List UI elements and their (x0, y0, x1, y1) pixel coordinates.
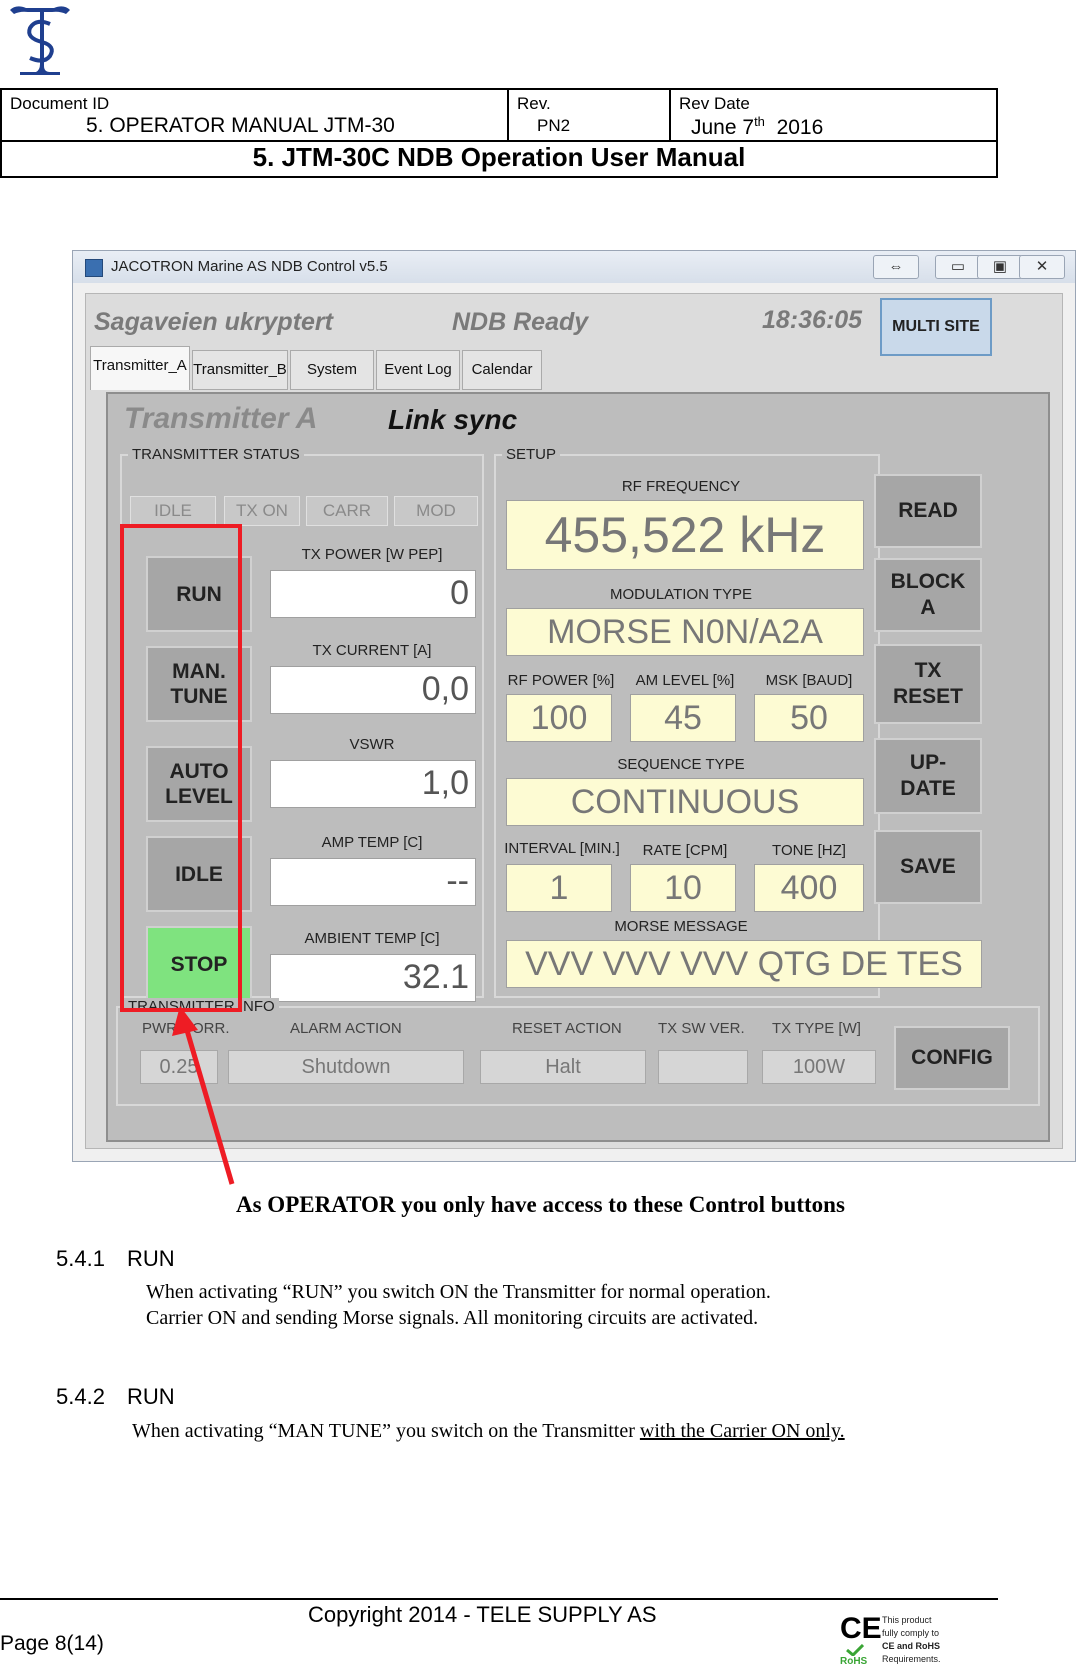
ce-mark: CE (840, 1612, 882, 1645)
minimize-button[interactable]: ▭ (935, 255, 981, 279)
am-level-field: 45 (630, 694, 736, 742)
rf-power-field: 100 (506, 694, 612, 742)
rev-value: PN2 (537, 116, 571, 135)
reset-action-field: Halt (480, 1050, 646, 1084)
tx-sw-ver-label: TX SW VER. (658, 1020, 745, 1037)
interval-field: 1 (506, 864, 612, 912)
restore-size-icon[interactable]: ⇔ (873, 255, 919, 279)
clock: 18:36:05 (762, 306, 863, 334)
rohs-label: RoHS (840, 1656, 868, 1667)
morse-message-field: VVV VVV VVV QTG DE TES (506, 940, 982, 988)
tx-current-label: TX CURRENT [A] (312, 642, 432, 659)
amp-temp-label: AMP TEMP [C] (321, 834, 423, 851)
window-titlebar: JACOTRON Marine AS NDB Control v5.5 ⇔ ▭ … (73, 251, 1075, 283)
rate-label: RATE [CPM] (642, 842, 728, 859)
rf-frequency-label: RF FREQUENCY (621, 478, 741, 495)
arrow-icon (172, 1006, 235, 1185)
update-button[interactable]: UP- DATE (874, 738, 982, 814)
tx-sw-ver-field (658, 1050, 748, 1084)
rf-power-label: RF POWER [%] (507, 672, 615, 689)
tx-type-field: 100W (762, 1050, 876, 1084)
vswr-field: 1,0 (270, 760, 476, 808)
tx-reset-button[interactable]: TX RESET (874, 644, 982, 724)
ce-rohs-badge: CE RoHS This product fully comply to CE … (840, 1612, 941, 1667)
msk-field: 50 (754, 694, 864, 742)
site-name: Sagaveien ukryptert (94, 308, 333, 336)
status-mod: MOD (394, 496, 478, 526)
maximize-button[interactable]: ▣ (977, 255, 1023, 279)
config-button[interactable]: CONFIG (894, 1026, 1010, 1090)
tele-supply-logo (10, 6, 70, 75)
tx-type-label: TX TYPE [W] (772, 1020, 861, 1037)
document-title: 5. JTM-30C NDB Operation User Manual (252, 142, 746, 172)
tx-current-field: 0,0 (270, 666, 476, 714)
msk-label: MSK [BAUD] (765, 672, 853, 689)
tx-power-field: 0 (270, 570, 476, 618)
multi-site-button[interactable]: MULTI SITE (880, 298, 992, 356)
section-5-4-1-heading: 5.4.1 RUN (56, 1246, 175, 1271)
section-5-4-2-heading: 5.4.2 RUN (56, 1384, 175, 1409)
app-icon (85, 259, 103, 277)
transmitter-info-group: TRANSMITTER INFO PWR CORR. 0.25 ALARM AC… (116, 998, 1040, 1106)
sequence-type-field: CONTINUOUS (506, 778, 864, 826)
panel-title: Transmitter A (124, 402, 318, 435)
ambient-temp-label: AMBIENT TEMP [C] (304, 930, 440, 947)
copyright: Copyright 2014 - TELE SUPPLY AS (308, 1602, 657, 1627)
sequence-type-label: SEQUENCE TYPE (617, 756, 745, 773)
checkmark-icon (846, 1644, 864, 1656)
document-header: Document ID 5. OPERATOR MANUAL JTM-30 Re… (0, 88, 998, 178)
modulation-type-label: MODULATION TYPE (610, 586, 752, 603)
section-5-4-1-line-2: Carrier ON and sending Morse signals. Al… (146, 1307, 759, 1329)
read-button[interactable]: READ (874, 474, 982, 548)
footer-divider (0, 1598, 998, 1600)
status-carr: CARR (306, 496, 388, 526)
rev-date-value: June 7th 2016 (691, 114, 824, 139)
transmitter-status-label: TRANSMITTER STATUS (128, 446, 304, 463)
rf-frequency-field: 455,522 kHz (506, 500, 864, 570)
tab-event-log[interactable]: Event Log (376, 350, 460, 390)
am-level-label: AM LEVEL [%] (635, 672, 735, 689)
amp-temp-field: -- (270, 858, 476, 906)
alarm-action-label: ALARM ACTION (290, 1020, 402, 1037)
section-5-4-2-line: When activating “MAN TUNE” you switch on… (132, 1420, 845, 1442)
modulation-type-field: MORSE N0N/A2A (506, 608, 864, 656)
page-number: Page 8(14) (0, 1632, 104, 1655)
link-sync-status: Link sync (388, 404, 518, 435)
rev-label: Rev. (517, 94, 551, 113)
status-idle: IDLE (130, 496, 216, 526)
save-button[interactable]: SAVE (874, 830, 982, 904)
tone-field: 400 (754, 864, 864, 912)
vswr-label: VSWR (349, 736, 395, 753)
tone-label: TONE [HZ] (772, 842, 846, 859)
tab-transmitter-b[interactable]: Transmitter_B (192, 350, 288, 390)
tx-power-label: TX POWER [W PEP] (301, 546, 443, 563)
section-5-4-1-line-1: When activating “RUN” you switch ON the … (146, 1281, 771, 1303)
status-tx-on: TX ON (224, 496, 300, 526)
setup-label: SETUP (502, 446, 561, 463)
window-title: JACOTRON Marine AS NDB Control v5.5 (111, 258, 388, 275)
compliance-text: This product fully comply to CE and RoHS… (882, 1615, 941, 1664)
annotation-caption: As OPERATOR you only have access to thes… (236, 1192, 845, 1217)
tab-transmitter-a[interactable]: Transmitter_A (90, 346, 190, 390)
rev-date-label: Rev Date (679, 94, 750, 113)
ambient-temp-field: 32.1 (270, 954, 476, 1002)
reset-action-label: RESET ACTION (512, 1020, 622, 1037)
doc-id-label: Document ID (10, 94, 110, 113)
doc-id-value: 5. OPERATOR MANUAL JTM-30 (86, 114, 395, 137)
ndb-status: NDB Ready (452, 308, 589, 336)
operator-controls-highlight (120, 524, 242, 1012)
rate-field: 10 (630, 864, 736, 912)
tab-system[interactable]: System (290, 350, 374, 390)
close-button[interactable]: ✕ (1019, 255, 1065, 279)
setup-group: SETUP RF FREQUENCY 455,522 kHz MODULATIO… (494, 446, 982, 998)
alarm-action-field: Shutdown (228, 1050, 464, 1084)
morse-message-label: MORSE MESSAGE (614, 918, 748, 935)
tab-calendar[interactable]: Calendar (462, 350, 542, 390)
block-a-button[interactable]: BLOCK A (874, 558, 982, 632)
interval-label: INTERVAL [MIN.] (504, 840, 620, 857)
